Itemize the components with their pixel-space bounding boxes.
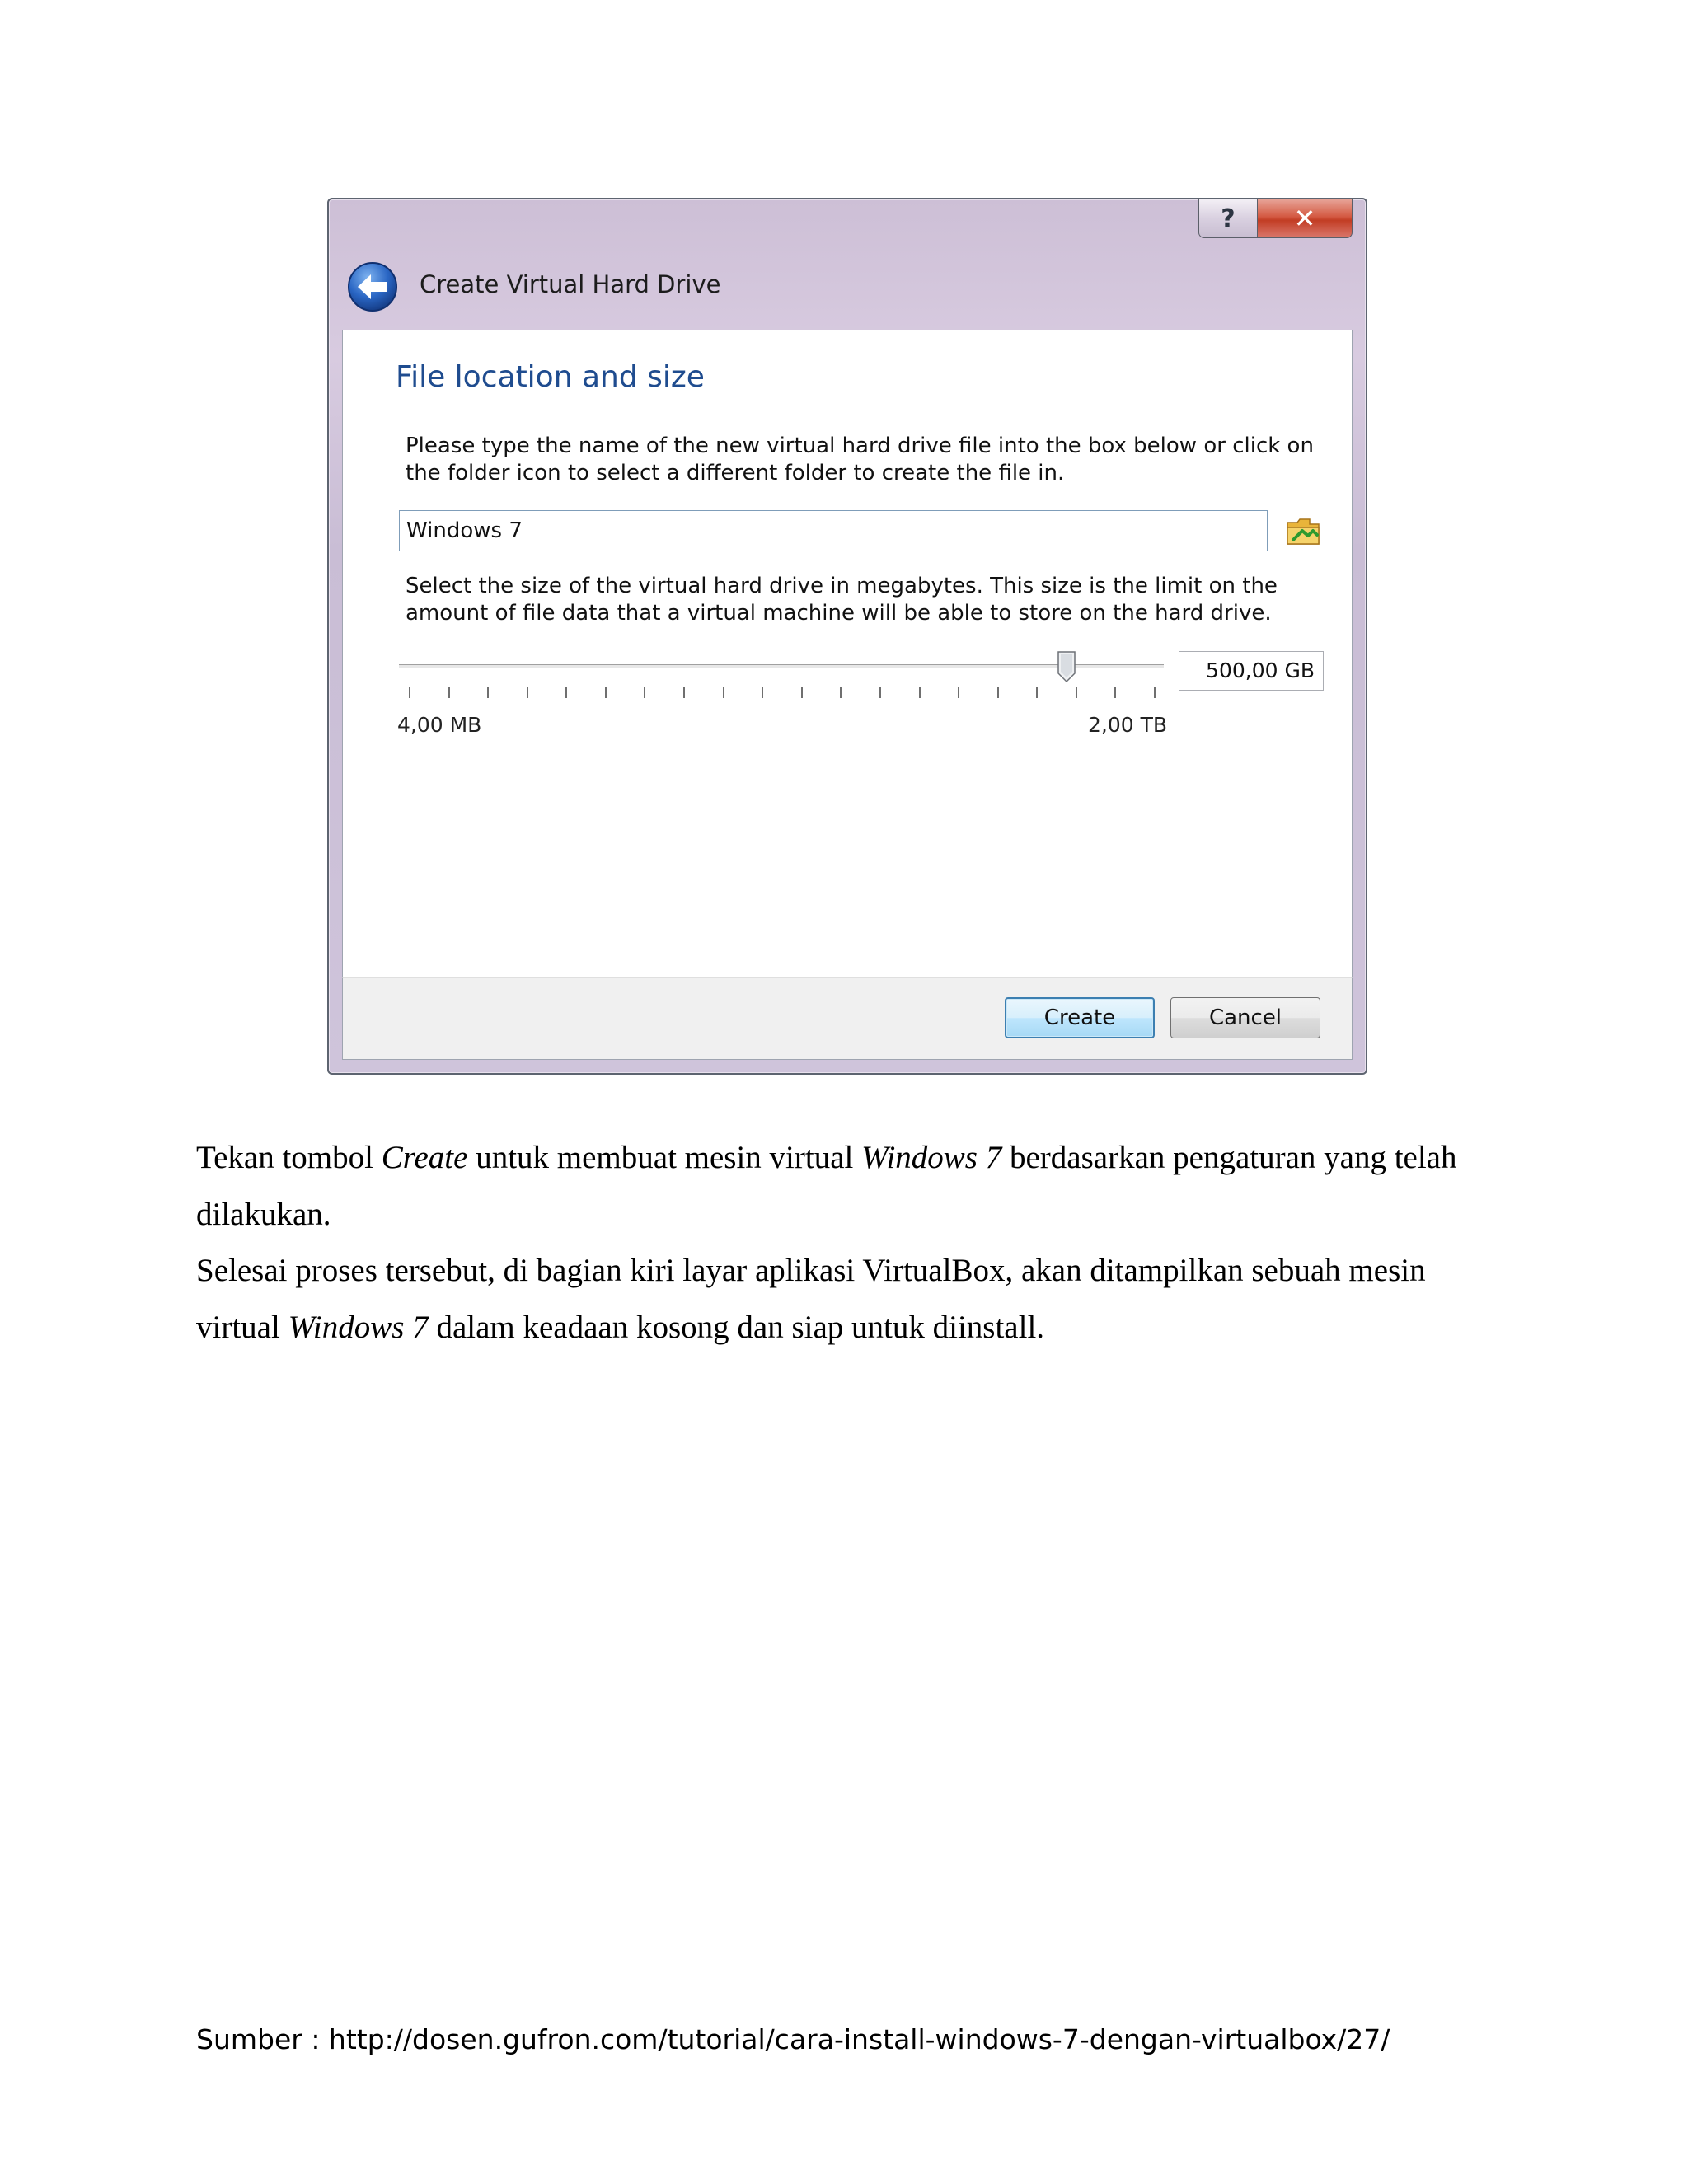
slider-tick <box>448 687 450 698</box>
size-description: Select the size of the virtual hard driv… <box>406 574 1278 626</box>
location-description: Please type the name of the new virtual … <box>406 434 1314 485</box>
slider-tick <box>565 687 568 698</box>
slider-max-label: 2,00 TB <box>1088 713 1168 737</box>
slider-tick <box>644 687 646 698</box>
instruction-paragraph-2: Selesai proses tersebut, di bagian kiri … <box>196 1242 1507 1356</box>
slider-tick <box>800 687 803 698</box>
p1-text-a: Tekan tombol <box>196 1140 382 1175</box>
p1-emphasis-windows7: Windows 7 <box>861 1140 1002 1175</box>
slider-tick <box>996 687 999 698</box>
slider-tick <box>683 687 686 698</box>
slider-tick <box>487 687 490 698</box>
file-name-input[interactable] <box>399 510 1268 551</box>
slider-tick <box>762 687 764 698</box>
slider-tick <box>1036 687 1039 698</box>
slider-tick <box>958 687 960 698</box>
caption-buttons: ? ✕ <box>1198 199 1353 241</box>
instruction-paragraph-1: Tekan tombol Create untuk membuat mesin … <box>196 1129 1507 1243</box>
p2-emphasis-windows7: Windows 7 <box>288 1310 429 1345</box>
size-slider-track[interactable] <box>399 664 1164 669</box>
dialog-title: Create Virtual Hard Drive <box>420 270 721 298</box>
slider-min-label: 4,00 MB <box>397 713 482 737</box>
slider-tick <box>722 687 724 698</box>
source-citation: Sumber : http://dosen.gufron.com/tutoria… <box>196 2023 1390 2055</box>
page-heading: File location and size <box>396 360 705 394</box>
cancel-button[interactable]: Cancel <box>1170 997 1320 1038</box>
p2-text-c: dalam keadaan kosong dan siap untuk diin… <box>428 1310 1045 1345</box>
slider-tick <box>1154 687 1156 698</box>
slider-tick <box>918 687 921 698</box>
slider-tick <box>604 687 607 698</box>
dialog-footer: Create Cancel <box>342 977 1353 1060</box>
content-panel: File location and size Please type the n… <box>342 330 1353 977</box>
slider-tick <box>409 687 410 698</box>
create-virtual-hard-drive-dialog: ? ✕ Create Virtual Hard Drive File locat… <box>327 198 1367 1075</box>
slider-tick <box>840 687 842 698</box>
size-slider-thumb[interactable] <box>1057 650 1076 683</box>
p1-text-c: untuk membuat mesin virtual <box>467 1140 862 1175</box>
help-button[interactable]: ? <box>1198 199 1258 238</box>
slider-tick <box>879 687 881 698</box>
back-arrow-icon[interactable] <box>347 261 398 312</box>
folder-icon[interactable] <box>1285 513 1321 549</box>
slider-tick <box>1114 687 1117 698</box>
slider-tick <box>526 687 528 698</box>
close-button[interactable]: ✕ <box>1258 199 1353 238</box>
p1-emphasis-create: Create <box>381 1140 468 1175</box>
size-value-field[interactable]: 500,00 GB <box>1179 651 1324 691</box>
create-button[interactable]: Create <box>1005 997 1155 1038</box>
slider-tick <box>1075 687 1077 698</box>
